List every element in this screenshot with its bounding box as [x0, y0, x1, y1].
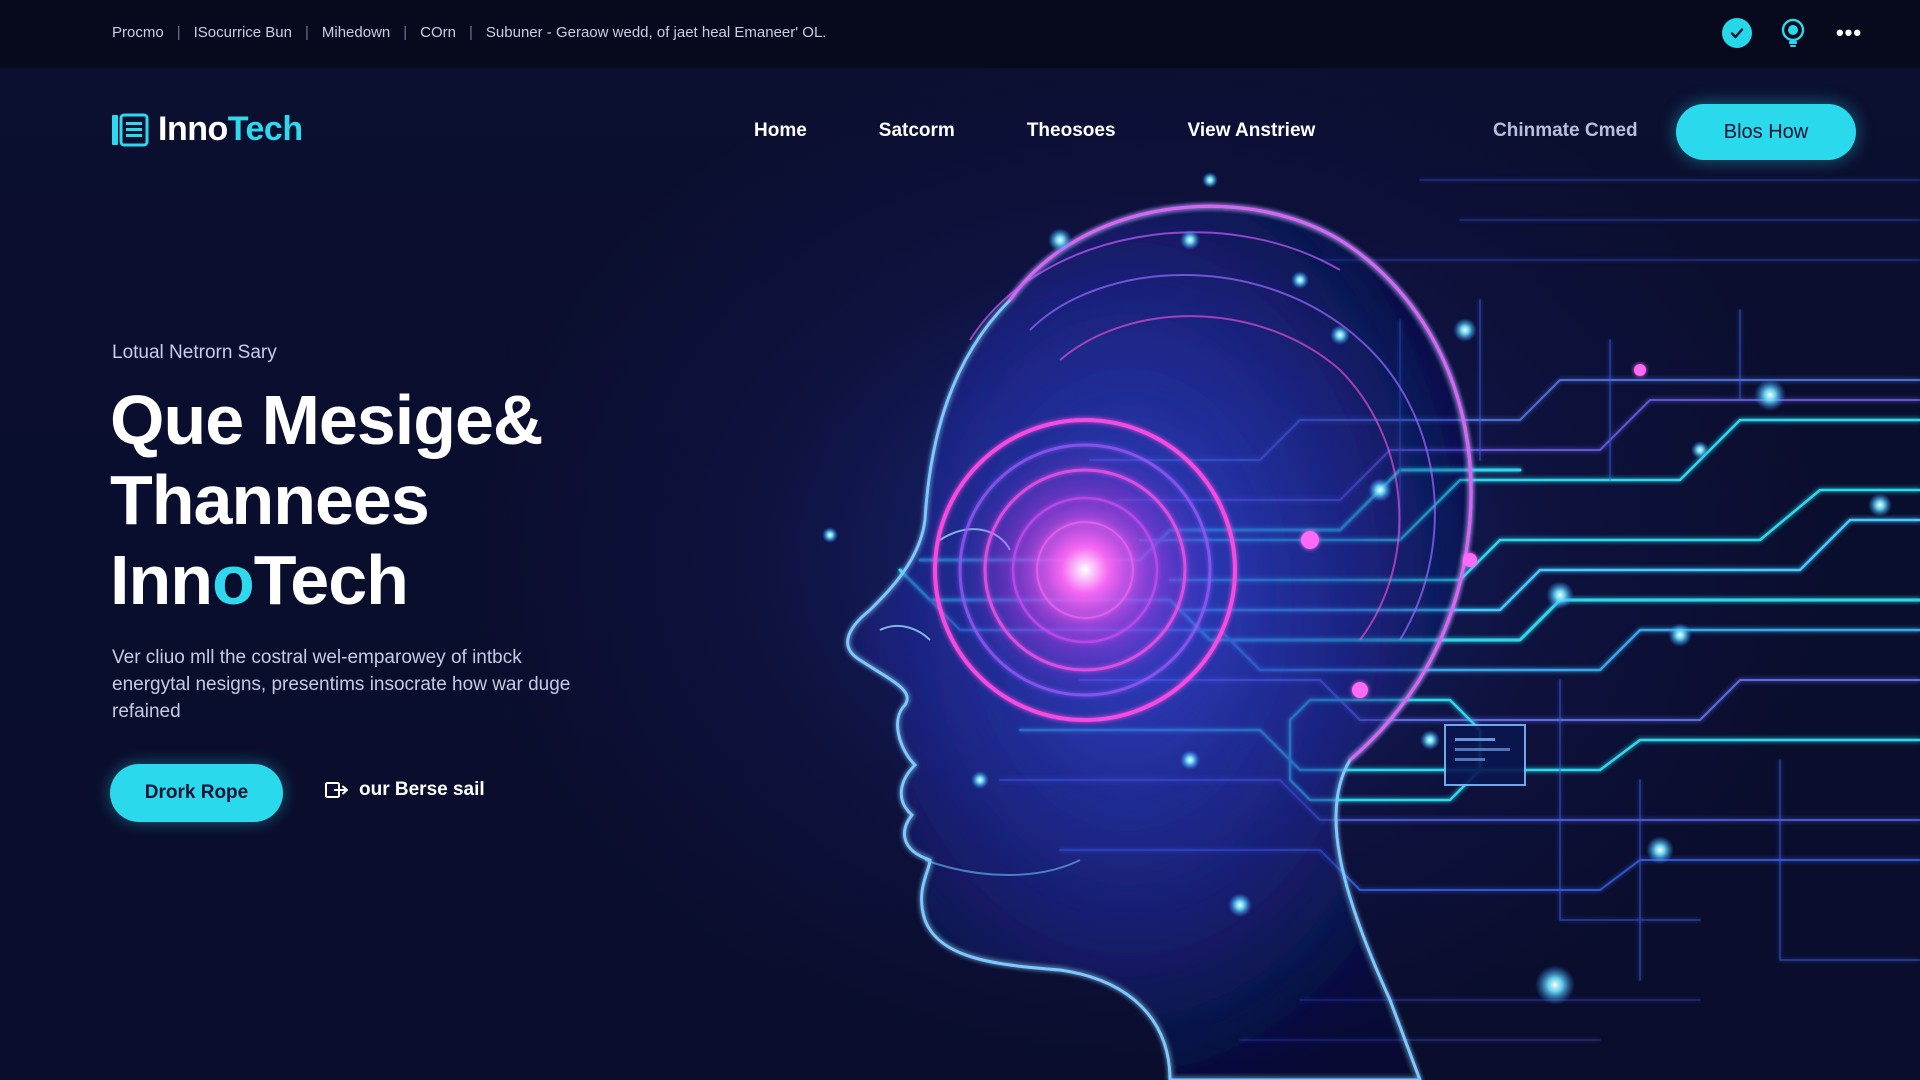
- hero-title: Que Mesige& Thannees InnoTech: [110, 380, 543, 620]
- separator: |: [469, 24, 473, 41]
- hero-title-brand-accent: o: [211, 541, 255, 619]
- secondary-cta-link[interactable]: our Berse sail: [325, 779, 485, 801]
- logo-wordmark: InnoTech: [158, 110, 303, 149]
- top-link-1[interactable]: Procmo: [112, 24, 164, 41]
- hero-title-line-1: Que Mesige&: [110, 381, 543, 459]
- logo-wordmark-part2: Tech: [227, 110, 303, 148]
- top-announcement[interactable]: Subuner - Geraow wedd, of jaet heal Eman…: [486, 24, 827, 41]
- nav-item-view-anstriew[interactable]: View Anstriew: [1188, 120, 1316, 142]
- top-bar: Procmo | ISocurrice Bun | Mihedown | COr…: [0, 0, 1920, 68]
- separator: |: [304, 24, 309, 41]
- primary-cta-button[interactable]: Drork Rope: [110, 764, 283, 822]
- arrow-box-icon: [325, 782, 348, 798]
- ai-head-illustration: [822, 172, 1920, 1080]
- top-link-3[interactable]: Mihedown: [322, 24, 390, 41]
- hero-title-line-2: Thannees: [110, 461, 430, 539]
- header-cta-button[interactable]: Blos How: [1676, 104, 1856, 160]
- landing-page: Procmo | ISocurrice Bun | Mihedown | COr…: [0, 0, 1920, 1080]
- separator: |: [403, 24, 408, 41]
- chip-box: [1444, 724, 1526, 786]
- top-links: Procmo | ISocurrice Bun | Mihedown | COr…: [112, 24, 826, 41]
- header-link[interactable]: Chinmate Cmed: [1493, 120, 1638, 142]
- check-glyph: [1730, 28, 1744, 39]
- brain-core-glow: [955, 440, 1215, 700]
- hero-eyebrow: Lotual Netrorn Sary: [112, 342, 277, 363]
- top-link-4[interactable]: COrn: [420, 24, 456, 41]
- hero-title-brand-a: Inn: [110, 541, 213, 619]
- more-icon[interactable]: •••: [1834, 18, 1864, 48]
- hero-title-line-3: InnoTech: [110, 540, 542, 620]
- lightbulb-glyph: [1781, 18, 1805, 47]
- main-nav: Home Satcorm Theosoes View Anstriew: [754, 120, 1315, 142]
- top-tools: •••: [1722, 18, 1864, 48]
- logo-wordmark-part1: Inno: [158, 110, 228, 148]
- secondary-cta-label: our Berse sail: [359, 779, 485, 800]
- lightbulb-icon[interactable]: [1778, 18, 1808, 48]
- hero-title-brand-c: Tech: [253, 541, 409, 619]
- nav-item-satcorm[interactable]: Satcorm: [879, 120, 955, 142]
- logo[interactable]: InnoTech: [110, 110, 303, 149]
- top-link-2[interactable]: ISocurrice Bun: [194, 24, 292, 41]
- logo-icon: [112, 113, 149, 146]
- hero-description: Ver cliuo mll the costral wel-emparowey …: [112, 647, 571, 722]
- site-header: InnoTech Home Satcorm Theosoes View Anst…: [0, 100, 1920, 164]
- check-icon[interactable]: [1722, 18, 1752, 48]
- separator: |: [176, 24, 181, 41]
- nav-item-home[interactable]: Home: [754, 120, 807, 142]
- nav-item-theosoes[interactable]: Theosoes: [1027, 120, 1116, 142]
